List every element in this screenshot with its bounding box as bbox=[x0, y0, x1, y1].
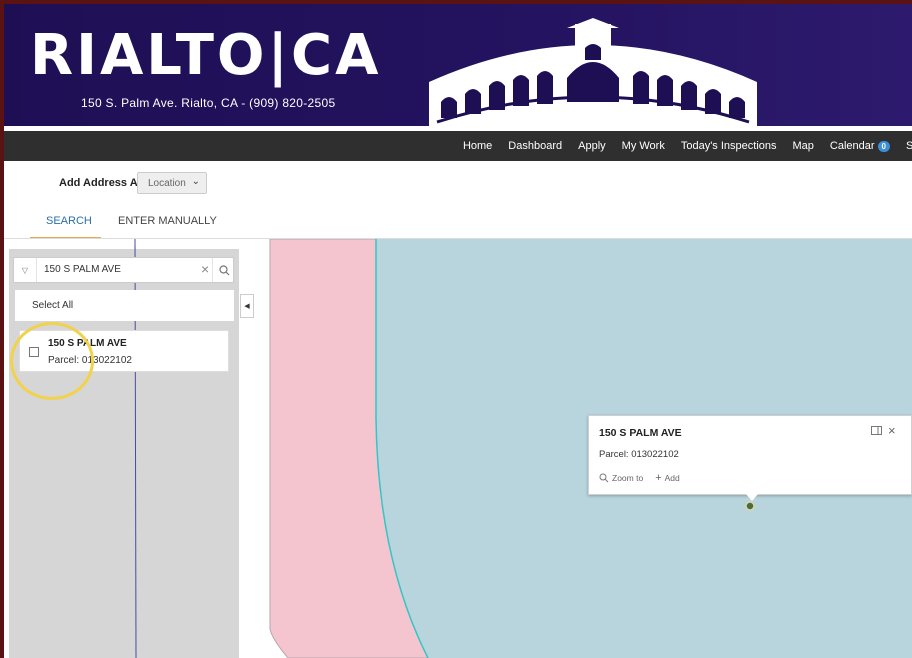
select-all-option[interactable]: Select All bbox=[15, 290, 234, 321]
address-search-box[interactable]: ▽ 150 S PALM AVE × bbox=[13, 257, 234, 283]
add-address-label: Add Address As bbox=[59, 177, 144, 189]
nav-home[interactable]: Home bbox=[463, 140, 492, 152]
result-checkbox[interactable] bbox=[29, 347, 39, 357]
zoom-to-label: Zoom to bbox=[612, 473, 644, 483]
nav-menu: Home Dashboard Apply My Work Today's Ins… bbox=[447, 131, 912, 161]
zoom-to-button[interactable]: Zoom to bbox=[599, 473, 643, 483]
main-navbar: Home Dashboard Apply My Work Today's Ins… bbox=[4, 131, 912, 161]
site-header: RIALTO|CA 150 S. Palm Ave. Rialto, CA - … bbox=[4, 4, 912, 126]
zoom-icon bbox=[599, 473, 609, 483]
plus-icon: + bbox=[655, 472, 662, 484]
result-address: 150 S PALM AVE bbox=[48, 338, 127, 349]
address-type-value: Location bbox=[148, 177, 186, 189]
location-marker-icon[interactable] bbox=[745, 501, 755, 511]
close-icon[interactable]: × bbox=[888, 423, 896, 438]
dock-icon[interactable] bbox=[871, 426, 882, 435]
map-popup: 150 S PALM AVE Parcel: 013022102 Zoom to… bbox=[588, 415, 912, 495]
site-address: 150 S. Palm Ave. Rialto, CA - (909) 820-… bbox=[81, 96, 336, 110]
nav-apply[interactable]: Apply bbox=[578, 140, 606, 152]
tab-enter-manually[interactable]: ENTER MANUALLY bbox=[118, 215, 217, 227]
triangle-down-icon[interactable]: ▽ bbox=[14, 258, 37, 282]
result-parcel: Parcel: 013022102 bbox=[48, 355, 132, 366]
app-frame: RIALTO|CA 150 S. Palm Ave. Rialto, CA - … bbox=[4, 4, 912, 658]
nav-dashboard[interactable]: Dashboard bbox=[508, 140, 562, 152]
nav-overflow[interactable]: S bbox=[906, 140, 912, 152]
nav-my-work[interactable]: My Work bbox=[622, 140, 665, 152]
nav-calendar-label: Calendar bbox=[829, 140, 875, 152]
rialto-bridge-logo bbox=[429, 18, 757, 126]
search-input[interactable]: 150 S PALM AVE bbox=[44, 264, 121, 275]
calendar-count-badge: 0 bbox=[877, 141, 890, 152]
popup-pointer bbox=[746, 494, 758, 501]
add-button[interactable]: + Add bbox=[655, 472, 680, 484]
popup-parcel: Parcel: 013022102 bbox=[599, 449, 679, 460]
site-logo[interactable]: RIALTO|CA bbox=[30, 24, 381, 88]
nav-map[interactable]: Map bbox=[793, 140, 814, 152]
result-list-item[interactable]: 150 S PALM AVE Parcel: 013022102 bbox=[19, 330, 229, 372]
tab-search[interactable]: SEARCH bbox=[46, 215, 92, 227]
nav-todays-inspections[interactable]: Today's Inspections bbox=[681, 140, 777, 152]
add-label: Add bbox=[664, 473, 680, 483]
search-icon[interactable] bbox=[212, 258, 235, 282]
collapse-panel-icon[interactable]: ◀ bbox=[240, 294, 254, 318]
address-type-select[interactable]: Location ⌄ bbox=[137, 172, 207, 194]
chevron-down-icon: ⌄ bbox=[191, 176, 200, 187]
popup-title: 150 S PALM AVE bbox=[599, 427, 682, 439]
popup-actions: Zoom to + Add bbox=[599, 472, 692, 484]
clear-icon[interactable]: × bbox=[201, 261, 209, 277]
nav-calendar[interactable]: Calendar 0 bbox=[830, 140, 890, 152]
